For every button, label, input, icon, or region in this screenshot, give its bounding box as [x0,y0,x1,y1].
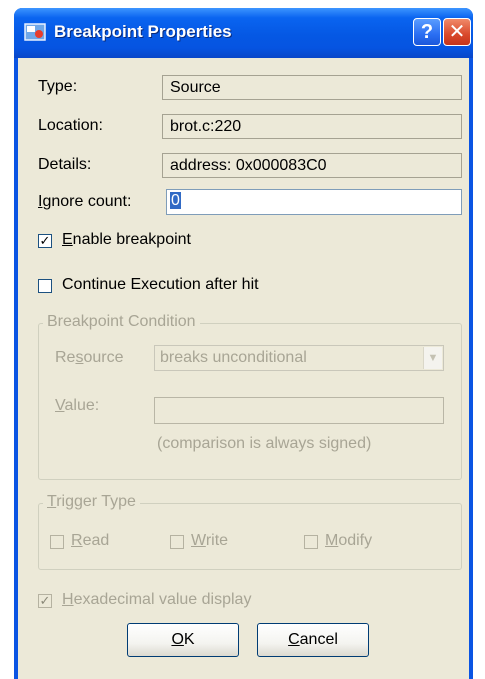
cancel-label-text: ancel [299,631,338,648]
resource-label-post: ource [83,349,124,366]
read-accel: R [71,532,83,549]
read-label-text: ead [82,532,110,549]
trigger-legend-text: rigger Type [56,493,136,510]
resource-label-pre: Re [55,349,76,366]
window-title: Breakpoint Properties [54,22,232,41]
ok-button[interactable]: OK [127,623,239,657]
resource-dropdown[interactable]: breaks unconditional ▼ [154,345,444,371]
enable-breakpoint-checkbox[interactable]: ✓ [38,234,52,248]
ok-accel: O [171,631,184,648]
modify-checkbox[interactable] [304,535,318,549]
details-label: Details: [38,156,92,173]
hex-label-text: exadecimal value display [73,591,252,608]
help-button[interactable]: ? [413,18,441,46]
modify-accel: M [325,532,339,549]
read-label[interactable]: Read [71,532,109,550]
write-label-text: rite [205,532,229,549]
continue-execution-checkbox[interactable] [38,279,52,293]
location-label: Location: [38,117,103,134]
cancel-accel: C [288,631,300,648]
breakpoint-condition-legend: Breakpoint Condition [43,313,200,331]
value-input[interactable] [154,397,444,424]
value-label-text: alue: [64,397,100,414]
details-value: address: 0x000083C0 [162,153,462,178]
trigger-type-group: Trigger Type Read Write Modify [38,493,462,570]
hexadecimal-display-label[interactable]: Hexadecimal value display [62,591,251,609]
breakpoint-condition-group: Breakpoint Condition Resource breaks unc… [38,313,462,480]
title-bar[interactable]: Breakpoint Properties ? ✕ [14,8,473,58]
enable-accel: E [62,231,73,248]
hexadecimal-display-checkbox[interactable]: ✓ [38,594,52,608]
ignore-count-label: Ignore count: [38,193,131,211]
ignore-count-value: 0 [170,192,181,209]
modify-label[interactable]: Modify [325,532,372,550]
enable-breakpoint-label[interactable]: Enable breakpoint [62,231,191,249]
breakpoint-properties-dialog: Breakpoint Properties ? ✕ Type: Source L… [14,8,473,679]
cancel-button[interactable]: Cancel [257,623,369,657]
breakpoint-app-icon [24,23,46,41]
comparison-note: (comparison is always signed) [157,435,372,452]
ignore-count-label-text: gnore count: [42,193,132,210]
type-value: Source [162,75,462,100]
modify-label-text: odify [338,532,373,549]
enable-label-text: nable breakpoint [72,231,191,248]
write-label[interactable]: Write [191,532,228,550]
resource-label: Resource [55,349,123,367]
continue-execution-label[interactable]: Continue Execution after hit [62,276,259,294]
write-accel: W [191,532,206,549]
hex-accel: H [62,591,74,608]
close-button[interactable]: ✕ [443,18,471,46]
ok-label-text: K [183,631,195,648]
write-checkbox[interactable] [170,535,184,549]
chevron-down-icon[interactable]: ▼ [423,347,442,369]
value-label: Value: [55,397,99,415]
location-value: brot.c:220 [162,114,462,139]
ignore-count-input[interactable]: 0 [166,189,462,215]
trigger-type-legend: Trigger Type [43,493,140,511]
read-checkbox[interactable] [50,535,64,549]
trigger-accel: T [47,493,57,510]
type-label: Type: [38,78,78,95]
dialog-client-area: Type: Source Location: brot.c:220 Detail… [18,58,469,679]
resource-dropdown-value: breaks unconditional [160,349,307,366]
